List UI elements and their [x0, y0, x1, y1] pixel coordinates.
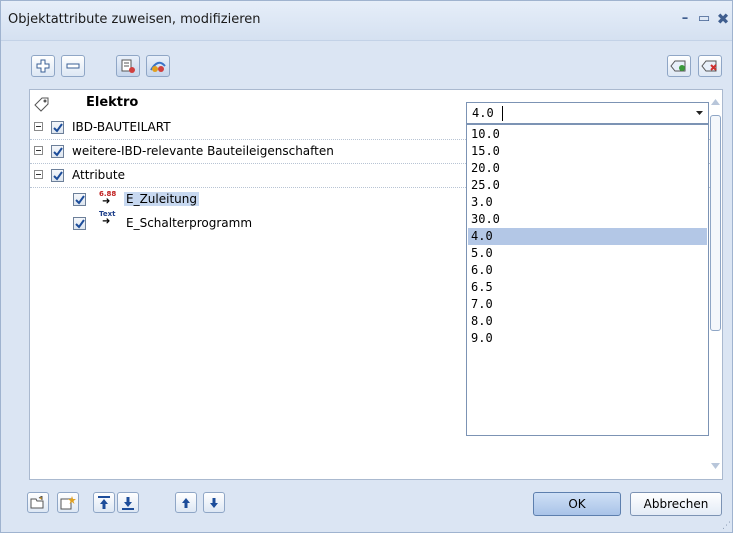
dropdown-option[interactable]: 20.0 — [468, 160, 707, 177]
group-checkbox[interactable] — [51, 169, 64, 182]
dropdown-option[interactable]: 25.0 — [468, 177, 707, 194]
checkmark-icon — [53, 147, 63, 157]
dropdown-option[interactable]: 3.0 — [468, 194, 707, 211]
move-up-icon — [182, 497, 190, 508]
move-down-button[interactable] — [203, 492, 225, 513]
attribute-list-button[interactable] — [116, 55, 140, 77]
move-bottom-icon — [122, 496, 134, 510]
dialog-title: Objektattribute zuweisen, modifizieren — [8, 12, 261, 27]
move-down-icon — [210, 497, 218, 508]
text-attribute-icon: Text ➜ — [99, 210, 116, 227]
ok-button[interactable]: OK — [533, 492, 621, 516]
tree-scrollbar[interactable] — [709, 97, 722, 472]
checkmark-icon — [75, 195, 85, 205]
group-label: weitere-IBD-relevante Bauteileigenschaft… — [72, 144, 334, 158]
group-label: IBD-BAUTEILART — [72, 120, 171, 134]
attribute-favorite-button[interactable] — [146, 55, 170, 77]
value-combobox[interactable]: 4.0 — [466, 102, 709, 124]
scroll-up-icon[interactable] — [711, 99, 720, 105]
checkmark-icon — [53, 171, 63, 181]
scroll-thumb[interactable] — [710, 115, 721, 331]
dropdown-option[interactable]: 8.0 — [468, 313, 707, 330]
dropdown-option[interactable]: 5.0 — [468, 245, 707, 262]
checkmark-icon — [53, 123, 63, 133]
dropdown-option[interactable]: 6.0 — [468, 262, 707, 279]
tree-root-label: Elektro — [86, 95, 139, 110]
attribute-label: E_Zuleitung — [124, 192, 199, 206]
attribute-list-icon — [121, 59, 135, 73]
value-input[interactable]: 4.0 — [472, 106, 494, 120]
tag-remove-button[interactable] — [698, 55, 722, 77]
move-bottom-button[interactable] — [117, 492, 139, 513]
dialog-window: Objektattribute zuweisen, modifizieren –… — [0, 0, 733, 533]
dropdown-option[interactable]: 15.0 — [468, 143, 707, 160]
attribute-favorite-icon — [150, 61, 166, 72]
new-attribute-button[interactable] — [57, 492, 79, 513]
group-checkbox[interactable] — [51, 121, 64, 134]
move-top-icon — [98, 495, 110, 509]
collapse-toggle[interactable] — [34, 122, 43, 131]
text-caret — [502, 106, 503, 121]
close-button[interactable]: ✖ — [714, 10, 732, 28]
dropdown-option[interactable]: 6.5 — [468, 279, 707, 296]
maximize-button[interactable]: ▭ — [695, 10, 713, 28]
group-checkbox[interactable] — [51, 145, 64, 158]
chevron-down-icon — [695, 111, 703, 115]
title-bar[interactable]: Objektattribute zuweisen, modifizieren –… — [1, 1, 732, 41]
dropdown-option[interactable]: 7.0 — [468, 296, 707, 313]
attribute-checkbox[interactable] — [73, 217, 86, 230]
tag-icon — [34, 97, 49, 112]
remove-icon — [66, 63, 80, 69]
numeric-attribute-icon: 6.88 ➜ — [99, 190, 117, 207]
add-icon — [36, 59, 50, 73]
tag-remove-icon — [701, 60, 717, 72]
minimize-button[interactable]: – — [676, 10, 694, 28]
value-dropdown-list[interactable]: 10.0 15.0 20.0 25.0 3.0 30.0 4.0 5.0 6.0… — [466, 124, 709, 436]
remove-button[interactable] — [61, 55, 85, 77]
add-button[interactable] — [31, 55, 55, 77]
scroll-down-icon[interactable] — [711, 463, 720, 469]
attribute-checkbox[interactable] — [73, 193, 86, 206]
dropdown-button[interactable] — [690, 103, 708, 123]
tag-add-button[interactable] — [667, 55, 691, 77]
new-attribute-icon — [60, 495, 76, 509]
dropdown-option-selected[interactable]: 4.0 — [468, 228, 707, 245]
collapse-toggle[interactable] — [34, 170, 43, 179]
dropdown-option[interactable]: 9.0 — [468, 330, 707, 347]
open-folder-button[interactable] — [27, 492, 49, 513]
open-folder-icon — [30, 495, 44, 508]
cancel-button[interactable]: Abbrechen — [630, 492, 722, 516]
dropdown-option[interactable]: 10.0 — [468, 126, 707, 143]
dropdown-option[interactable]: 30.0 — [468, 211, 707, 228]
checkmark-icon — [75, 219, 85, 229]
tag-add-icon — [670, 60, 686, 72]
move-up-button[interactable] — [175, 492, 197, 513]
attribute-label: E_Schalterprogramm — [126, 216, 253, 230]
group-label: Attribute — [72, 168, 125, 182]
collapse-toggle[interactable] — [34, 146, 43, 155]
move-top-button[interactable] — [93, 492, 115, 513]
resize-grip-icon[interactable]: ⋰ — [722, 521, 731, 531]
